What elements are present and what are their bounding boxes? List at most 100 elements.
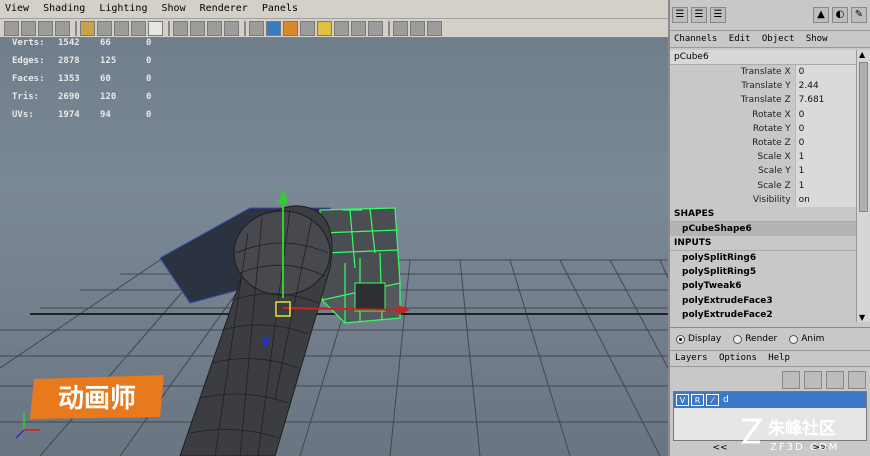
layer-name[interactable]: d: [723, 395, 729, 405]
attr-value[interactable]: 1: [794, 178, 856, 193]
toolbar-separator: [75, 20, 77, 36]
light-bulb-icon[interactable]: [317, 20, 332, 36]
scroll-thumb[interactable]: [859, 62, 868, 212]
menu-show-channels[interactable]: Show: [806, 34, 828, 44]
attr-translate-z[interactable]: Translate Z 7.681: [670, 93, 856, 108]
side-top-toolbar: ☰ ☰ ☰ ▲ ◐ ✎: [670, 0, 870, 31]
render-view-icon[interactable]: ◐: [832, 7, 848, 23]
input-node[interactable]: polyExtrudeFace2: [670, 308, 856, 322]
channel-box: pCube6 Translate X0 Translate Y 2.44 Tran…: [670, 50, 856, 322]
attr-value[interactable]: 1: [794, 150, 856, 165]
attr-value[interactable]: 1: [794, 164, 856, 179]
gate-mask-icon[interactable]: [131, 20, 146, 36]
layer-visibility-toggle[interactable]: V: [676, 394, 689, 406]
image-plane-icon[interactable]: [55, 20, 70, 36]
channel-box-toggle-icon[interactable]: ☰: [672, 7, 688, 23]
wireframe-on-shaded-icon[interactable]: [207, 20, 222, 36]
input-node[interactable]: polyExtrudeFace3: [670, 294, 856, 308]
safe-action-icon[interactable]: [148, 20, 163, 36]
snapshot-icon[interactable]: [410, 20, 425, 36]
attribute-editor-toggle-icon[interactable]: ☰: [691, 7, 707, 23]
radio-render[interactable]: [733, 334, 743, 344]
render-settings-icon[interactable]: ▲: [813, 7, 829, 23]
mode-display[interactable]: Display: [676, 334, 721, 344]
attr-value[interactable]: 0: [794, 135, 856, 151]
menu-layers[interactable]: Layers: [675, 353, 708, 363]
attr-value[interactable]: 7.681: [794, 93, 856, 108]
radio-display[interactable]: [676, 334, 685, 344]
mode-render[interactable]: Render: [733, 334, 777, 344]
wireframe-icon[interactable]: [173, 20, 188, 36]
radio-anim[interactable]: [789, 334, 799, 344]
render-view-icon[interactable]: [427, 20, 442, 36]
mode-anim[interactable]: Anim: [789, 334, 824, 344]
attr-value[interactable]: 2.44: [794, 79, 856, 94]
menu-object[interactable]: Object: [762, 34, 795, 44]
menu-renderer[interactable]: Renderer: [200, 3, 248, 14]
input-node[interactable]: polySplitRing5: [670, 265, 856, 279]
scroll-down-icon[interactable]: ▼: [859, 313, 865, 322]
attr-value[interactable]: 0: [794, 107, 856, 122]
high-quality-icon[interactable]: [334, 20, 349, 36]
xray-joints-icon[interactable]: [368, 20, 383, 36]
tool-settings-toggle-icon[interactable]: ☰: [710, 7, 726, 23]
polygon-cube-icon[interactable]: [249, 20, 264, 36]
attr-scale-z[interactable]: Scale Z1: [670, 178, 856, 193]
smooth-shade-icon[interactable]: [190, 20, 205, 36]
attr-value[interactable]: 0: [794, 65, 856, 80]
input-node[interactable]: polyTweak6: [670, 279, 856, 293]
menu-panels[interactable]: Panels: [262, 3, 298, 14]
layer-mode-tabs: Display Render Anim: [670, 327, 870, 351]
attr-value[interactable]: 0: [794, 121, 856, 136]
film-gate-icon[interactable]: [97, 20, 112, 36]
attr-visibility[interactable]: Visibility on: [670, 192, 856, 207]
attr-rotate-z[interactable]: Rotate Z0: [670, 135, 856, 151]
layer-tools: [670, 367, 870, 393]
input-node[interactable]: polySplitRing6: [670, 251, 856, 265]
create-empty-layer-icon[interactable]: [826, 371, 844, 389]
frame-selection-icon[interactable]: [393, 20, 408, 36]
viewport-panel[interactable]: View Shading Lighting Show Renderer Pane…: [0, 0, 668, 456]
menu-show[interactable]: Show: [162, 3, 186, 14]
attr-translate-x[interactable]: Translate X0: [670, 65, 856, 80]
layer-color-swatch[interactable]: ⁄: [706, 394, 719, 406]
menu-lighting[interactable]: Lighting: [99, 3, 147, 14]
nav-prev-button[interactable]: <<: [712, 443, 727, 456]
attr-rotate-y[interactable]: Rotate Y0: [670, 121, 856, 136]
layer-row[interactable]: V R ⁄ d: [674, 392, 866, 408]
menu-shading[interactable]: Shading: [43, 3, 85, 14]
attr-translate-y[interactable]: Translate Y 2.44: [670, 79, 856, 94]
cube-inner-face: [354, 282, 386, 312]
object-name[interactable]: pCube6: [670, 50, 856, 65]
camera-attributes-icon[interactable]: [21, 20, 36, 36]
shadows-icon[interactable]: [300, 20, 315, 36]
menu-options[interactable]: Options: [719, 353, 757, 363]
menu-channels[interactable]: Channels: [674, 34, 717, 44]
move-layer-down-icon[interactable]: [804, 371, 822, 389]
xray-icon[interactable]: [224, 20, 239, 36]
textured-icon[interactable]: [266, 20, 281, 36]
camera-select-icon[interactable]: [4, 20, 19, 36]
menu-help[interactable]: Help: [768, 353, 790, 363]
menu-view[interactable]: View: [5, 3, 29, 14]
move-layer-up-icon[interactable]: [782, 371, 800, 389]
grid-icon[interactable]: [80, 20, 95, 36]
create-layer-from-selected-icon[interactable]: [848, 371, 866, 389]
attr-rotate-x[interactable]: Rotate X0: [670, 107, 856, 122]
scroll-up-icon[interactable]: ▲: [859, 50, 865, 59]
y-arrow-icon[interactable]: [278, 188, 288, 203]
pen-icon[interactable]: ✎: [851, 7, 867, 23]
attr-scale-x[interactable]: Scale X1: [670, 150, 856, 165]
resolution-gate-icon[interactable]: [114, 20, 129, 36]
attr-value[interactable]: on: [794, 192, 856, 207]
menu-edit[interactable]: Edit: [729, 34, 751, 44]
attr-scale-y[interactable]: Scale Y1: [670, 164, 856, 179]
bookmark-icon[interactable]: [38, 20, 53, 36]
layer-reference-toggle[interactable]: R: [691, 394, 704, 406]
shape-node[interactable]: pCubeShape6: [670, 221, 856, 237]
default-lighting-icon[interactable]: [283, 20, 298, 36]
channel-box-menu: Channels Edit Object Show: [670, 31, 870, 48]
viewport-toolbar: [0, 19, 668, 38]
channel-box-scrollbar[interactable]: ▲ ▼: [856, 50, 870, 322]
isolate-select-icon[interactable]: [351, 20, 366, 36]
